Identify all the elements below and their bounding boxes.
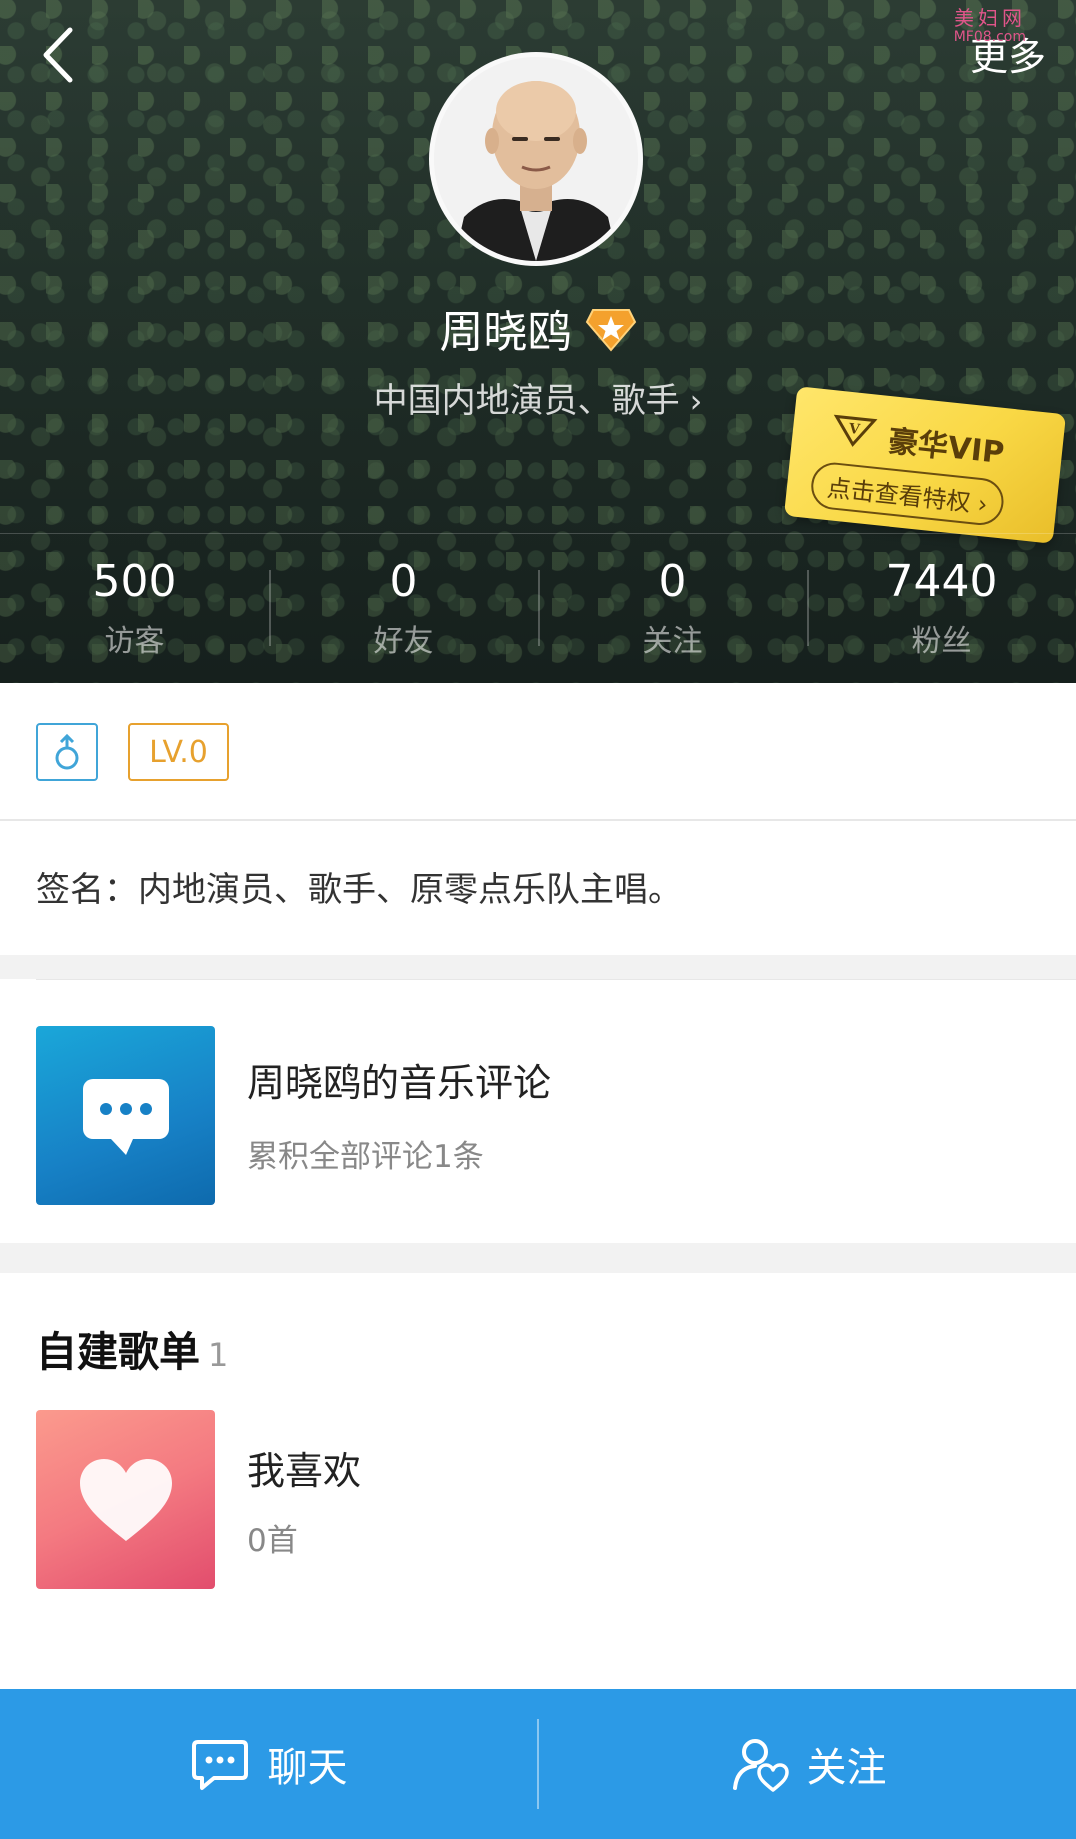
- description-text: 中国内地演员、歌手: [373, 381, 680, 421]
- vip-star-icon: [585, 309, 636, 352]
- vip-title: 豪华VIP: [886, 424, 1006, 472]
- stat-value: 500: [92, 556, 177, 607]
- vip-diamond-icon: V: [833, 414, 878, 447]
- chat-button[interactable]: 聊天: [0, 1689, 537, 1839]
- profile-name: 周晓鸥: [439, 307, 572, 358]
- chat-label: 聊天: [267, 1745, 348, 1791]
- playlists-count: 1: [208, 1336, 229, 1374]
- playlist-item[interactable]: 我喜欢 0首: [0, 1410, 1076, 1590]
- profile-header: 更多 美妇网 MF08.com 周晓鸥 中国内地演员、歌手 › V 豪华VIP …: [0, 0, 1076, 683]
- vip-subtitle: 点击查看特权: [825, 473, 972, 517]
- comments-subtitle: 累积全部评论1条: [247, 1139, 484, 1175]
- avatar-image: [434, 57, 638, 261]
- back-button[interactable]: [38, 26, 78, 84]
- stats-row: 500 访客 0 好友 0 关注 7440 粉丝: [0, 540, 1076, 683]
- watermark-cn: 美妇网: [954, 6, 1026, 30]
- header-divider: [0, 533, 1076, 534]
- signature-text: 签名：内地演员、歌手、原零点乐队主唱。: [36, 870, 682, 910]
- chevron-right-icon: ›: [689, 382, 703, 420]
- playlists-title: 自建歌单: [36, 1328, 200, 1376]
- section-gap: [0, 1243, 1076, 1273]
- playlist-cover: [36, 1410, 215, 1589]
- level-badge: LV.0: [128, 723, 229, 781]
- stat-label: 好友: [373, 624, 434, 660]
- heart-icon: [79, 1458, 172, 1541]
- vip-subtitle-button[interactable]: 点击查看特权 ›: [808, 460, 1007, 528]
- chat-icon: [191, 1740, 248, 1790]
- music-comments-item[interactable]: 周晓鸥的音乐评论 累积全部评论1条: [0, 979, 1076, 1243]
- vip-card[interactable]: V 豪华VIP 点击查看特权 ›: [783, 386, 1067, 544]
- playlists-header: 自建歌单 1: [36, 1318, 228, 1378]
- section-gap: [0, 955, 1076, 979]
- stat-fans[interactable]: 7440 粉丝: [807, 540, 1076, 683]
- divider: [36, 979, 1076, 980]
- playlist-track-count: 0首: [247, 1523, 298, 1559]
- badge-row: LV.0: [0, 683, 1076, 821]
- stat-friends[interactable]: 0 好友: [269, 540, 538, 683]
- watermark-en: MF08.com: [953, 29, 1026, 45]
- bottom-action-bar: 聊天 关注: [0, 1689, 1076, 1839]
- follow-user-icon: [732, 1739, 789, 1792]
- back-arrow-icon: [43, 27, 73, 83]
- follow-button[interactable]: 关注: [539, 1689, 1076, 1839]
- stat-value: 0: [658, 556, 687, 607]
- comment-thumbnail: [36, 1026, 215, 1205]
- follow-label: 关注: [806, 1745, 887, 1791]
- chat-bubble-icon: [82, 1078, 169, 1155]
- comments-title: 周晓鸥的音乐评论: [247, 1061, 552, 1105]
- male-icon: [55, 733, 79, 770]
- playlist-name: 我喜欢: [247, 1449, 362, 1493]
- profile-name-row: 周晓鸥: [0, 296, 1076, 360]
- stat-visitors[interactable]: 500 访客: [0, 540, 269, 683]
- stat-label: 关注: [642, 624, 703, 660]
- stat-label: 粉丝: [911, 624, 972, 660]
- stat-value: 0: [389, 556, 418, 607]
- stat-following[interactable]: 0 关注: [538, 540, 807, 683]
- stat-value: 7440: [885, 556, 998, 607]
- stat-label: 访客: [104, 624, 165, 660]
- watermark: 美妇网 MF08.com: [954, 8, 1026, 44]
- gender-badge: [36, 723, 98, 781]
- avatar[interactable]: [429, 52, 643, 266]
